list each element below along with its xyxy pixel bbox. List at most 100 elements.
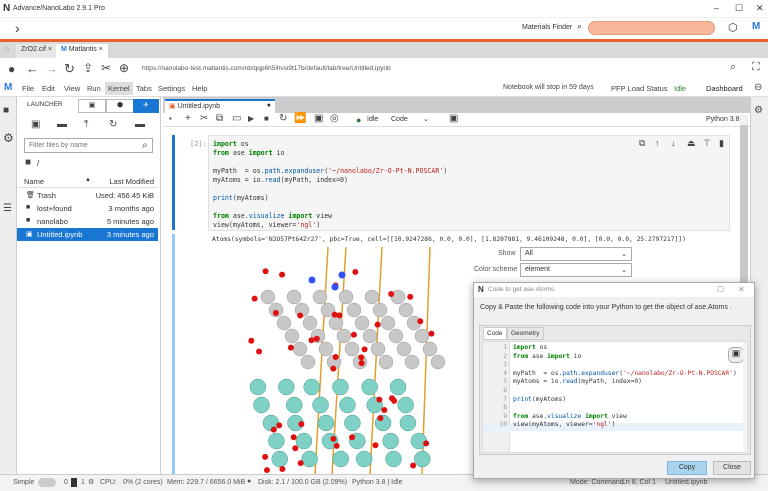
show-select[interactable]: All ⌄ [520,247,632,261]
cell-run-icon[interactable]: ▣ [314,113,323,124]
materials-finder-input[interactable] [588,21,715,35]
home-icon[interactable]: ⌂ [4,44,9,54]
insert-below-icon[interactable]: ⊤ [703,138,711,149]
menu-tabs[interactable]: Tabs [136,84,152,93]
new-notebook-button[interactable]: ▣ [78,99,106,113]
menu-view[interactable]: View [64,84,80,93]
clipboard-copy-icon[interactable]: ▣ [728,347,744,363]
reload-icon[interactable]: ↻ [64,61,75,77]
forward-icon[interactable]: → [45,61,58,76]
running-icon[interactable]: ⚙ [3,131,14,145]
new-folder-icon[interactable]: ▬ [57,119,67,130]
user-icon[interactable]: ⊖ [754,82,762,93]
editor-scrollbar[interactable] [743,342,747,452]
scissors-icon[interactable]: ✂ [101,61,111,75]
current-path[interactable]: / [37,159,39,168]
code-editor[interactable]: 1 2 3 4 5 6 7 8 9 10 import os from ase import io … [482,341,748,453]
file-row[interactable]: ▣ Untitled.ipynb 3 minutes ago [17,228,158,241]
widget-icon[interactable]: ▣ [449,113,458,124]
column-name[interactable]: Name [24,177,44,186]
color-scheme-select[interactable]: element ⌄ [520,263,632,277]
tab-zro2[interactable]: ZrO2.cif × [16,44,57,58]
file-row[interactable]: ■ nanolabo 5 minutes ago [17,215,158,228]
maximize-button[interactable]: ☐ [717,285,724,294]
copy-button[interactable]: Copy [667,461,707,475]
menu-settings[interactable]: Settings [158,84,185,93]
expand-panel-button[interactable]: › [15,20,20,36]
toc-icon[interactable]: ☰ [3,203,12,214]
terminals-count[interactable]: 0 [64,479,68,486]
hexagon-icon[interactable]: ⬡ [728,21,738,34]
delete-cell-icon[interactable]: ▮ [719,138,724,149]
new-console-button[interactable]: ⬢ [106,99,134,113]
search-icon[interactable]: ⌕ [730,61,736,74]
new-launcher-icon[interactable]: ▣ [31,119,40,130]
tab-untitled-ipynb[interactable]: ▣ Untitled.ipynb ● [165,99,275,113]
share-icon[interactable]: ⇪ [83,61,93,75]
zr-atom [278,378,295,396]
cut-icon[interactable]: ✂ [200,113,208,124]
stop-icon[interactable]: ● [8,62,15,76]
run-icon[interactable]: ▶ [248,114,254,123]
filter-files-input[interactable] [24,138,153,153]
close-icon[interactable]: × [48,46,52,53]
property-inspector-icon[interactable]: ⚙ [754,105,763,116]
maximize-button[interactable]: ☐ [735,3,743,14]
unsaved-dot-icon[interactable]: ● [267,102,271,109]
zr-atom [303,378,320,396]
copy-icon[interactable]: ⧉ [216,113,223,124]
close-button[interactable]: ✕ [756,3,764,14]
back-icon[interactable]: ← [26,61,39,76]
close-button[interactable]: ✕ [738,285,745,294]
zr-atom [249,378,267,396]
restart-icon[interactable]: ↻ [279,113,287,124]
code-cell-input[interactable]: import os from ase import io myPath = os.… [208,135,730,231]
move-down-icon[interactable]: ↓ [671,138,676,148]
url-bar[interactable]: https://nanolabo-test.matlantis.com/nb/q… [142,65,391,72]
close-dialog-button[interactable]: Close [713,461,751,475]
close-icon[interactable]: × [99,46,103,53]
paste-icon[interactable]: ▭ [232,113,241,124]
tab-code[interactable]: Code [483,327,507,340]
column-last-modified[interactable]: Last Modified [109,177,154,186]
fullscreen-icon[interactable]: ⛶ [752,61,760,74]
upload-icon[interactable]: ⤒ [84,119,88,130]
refresh-icon[interactable]: ↻ [109,119,117,130]
git-folder-icon[interactable]: ▬ [135,119,145,130]
insert-above-icon[interactable]: ⏏ [687,138,696,149]
stop-icon[interactable]: ■ [264,114,269,123]
file-row[interactable]: 🗑 Trash Used: 456.45 KiB [17,189,158,202]
fast-forward-icon[interactable]: ⏩ [294,113,306,124]
cell-type-select[interactable]: Code [391,116,408,123]
menu-kernel[interactable]: Kernel [105,82,133,95]
tab-matlantis[interactable]: M Matlantis × [56,44,108,58]
kernel-name[interactable]: Python 3.8 [706,116,739,123]
folder-icon[interactable]: ■ [3,105,9,116]
zr-atom [399,414,417,432]
globe-icon[interactable]: ⊕ [119,61,129,75]
kernels-count[interactable]: 1 [81,479,85,486]
menu-file[interactable]: File [22,84,34,93]
folder-icon[interactable]: ■ [25,157,31,168]
add-cell-icon[interactable]: + [185,113,191,124]
menu-run[interactable]: Run [87,84,101,93]
cursor-position[interactable]: Ln 8, Col 1 [622,479,656,486]
tab-geometry[interactable]: Geometry [507,327,544,340]
menu-help[interactable]: Help [192,84,207,93]
menu-edit[interactable]: Edit [42,84,55,93]
debug-icon[interactable]: ◎ [330,113,339,124]
file-row[interactable]: ■ lost+found 3 months ago [17,202,158,215]
simple-mode-toggle[interactable] [38,478,56,487]
move-up-icon[interactable]: ↑ [655,138,660,148]
kernel-status[interactable]: Python 3.8 | Idle [352,479,402,486]
o-atom [374,321,381,328]
launcher-button[interactable]: ✈ [133,99,159,113]
save-icon[interactable]: ▪ [169,114,172,123]
duplicate-cell-icon[interactable]: ⧉ [639,138,645,149]
minimize-button[interactable]: – [714,3,719,13]
pfp-load-status[interactable]: PFP Load Status [611,84,668,93]
matlantis-icon[interactable]: M [752,21,760,32]
ngl-structure-viewer[interactable] [210,247,480,474]
dashboard-link[interactable]: Dashboard [706,84,743,93]
code-line: view(myAtoms, viewer='ngl') [513,421,616,429]
